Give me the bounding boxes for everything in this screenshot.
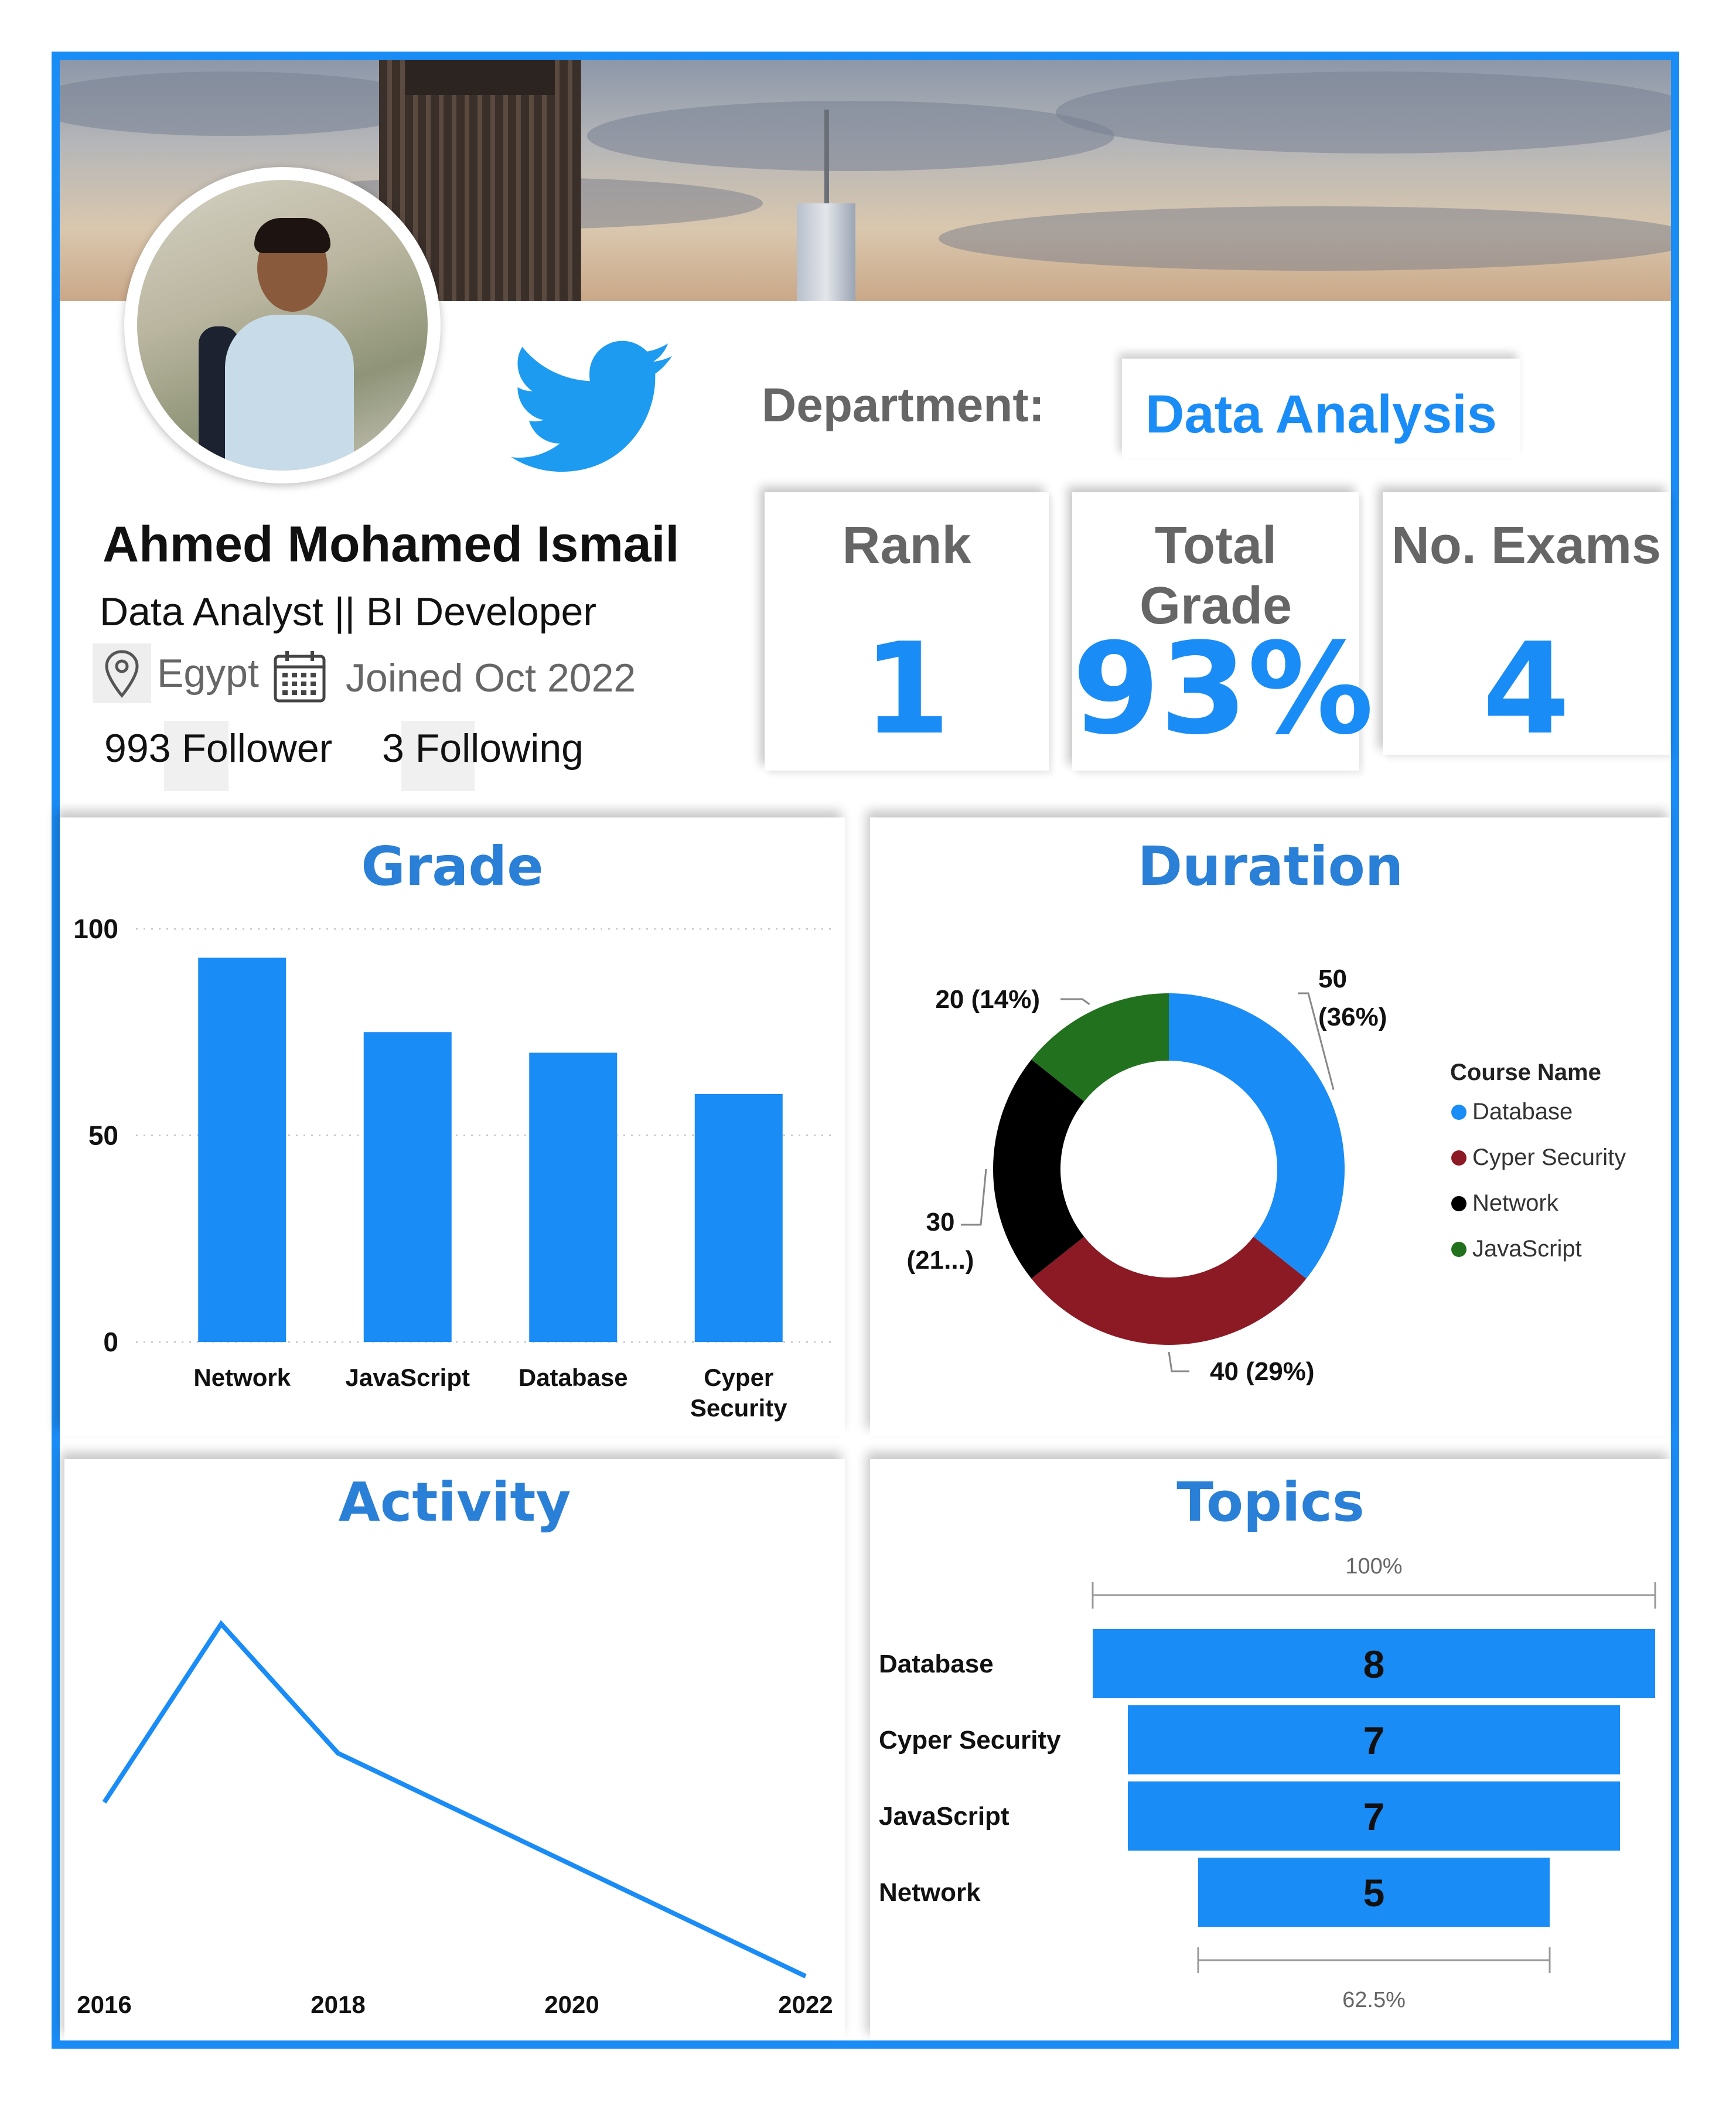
duration-legend-marker <box>1451 1150 1466 1166</box>
grade-ytick-label: 100 <box>73 914 118 944</box>
grade-bar <box>694 1094 783 1342</box>
kpi-card-rank: Rank 1 <box>765 492 1049 771</box>
duration-data-label: (36%) <box>1318 1003 1387 1031</box>
kpi-card-no-exams: No. Exams 4 <box>1383 492 1670 762</box>
duration-legend-marker <box>1451 1242 1466 1257</box>
duration-leader-line <box>961 1168 987 1226</box>
topics-category-label: Database <box>879 1650 994 1678</box>
duration-data-label: 40 (29%) <box>1210 1357 1315 1386</box>
duration-legend-label: JavaScript <box>1472 1236 1582 1262</box>
profile-avatar[interactable] <box>124 167 441 483</box>
topics-value-label: 8 <box>1363 1643 1385 1686</box>
profile-location: Egypt <box>157 651 259 696</box>
calendar-icon <box>272 649 328 703</box>
topics-top-percent-label: 100% <box>1345 1554 1402 1579</box>
kpi-rank-value: 1 <box>862 615 951 762</box>
duration-data-label: 20 (14%) <box>935 985 1040 1014</box>
grade-bar <box>198 958 287 1342</box>
profile-joined: Joined Oct 2022 <box>346 656 636 700</box>
following-count[interactable]: 3 Following <box>382 725 584 771</box>
grade-category-label: Network <box>193 1364 291 1391</box>
kpi-total-grade-value: 93% <box>1072 615 1374 762</box>
grade-category-label: JavaScript <box>346 1364 470 1391</box>
duration-legend-label: Network <box>1472 1190 1559 1216</box>
kpi-no-exams-label: No. Exams <box>1391 516 1662 575</box>
grade-ytick-label: 0 <box>103 1327 118 1357</box>
activity-line <box>102 1620 807 1978</box>
activity-line-chart: 2016 2018 2020 2022 <box>77 1620 833 2018</box>
duration-donut-chart: 50 (36%) 40 (29%) 30 (21...) 20 (14%) Course N… <box>907 965 1626 1386</box>
topics-category-label: Network <box>879 1878 981 1907</box>
duration-panel: Duration 50 (36%) 40 (29%) 30 (21...) 20 (14%… <box>870 817 1671 1436</box>
duration-data-label: 30 <box>926 1208 955 1236</box>
topics-value-label: 7 <box>1363 1795 1385 1838</box>
duration-data-label: (21...) <box>907 1246 974 1275</box>
topics-funnel-chart: 100% 8 Database 7 Cyper Security 7 JavaScript 5… <box>879 1554 1656 2012</box>
topics-category-label: Cyper Security <box>879 1726 1061 1754</box>
grade-bar <box>363 1032 452 1342</box>
topics-panel: Topics 100% 8 Database 7 Cyper Security 7 Java… <box>870 1459 1671 2040</box>
profile-role: Data Analyst || BI Developer <box>100 590 596 634</box>
kpi-rank-label: Rank <box>842 516 971 575</box>
duration-legend-label: Database <box>1472 1099 1573 1125</box>
activity-xtick-label: 2016 <box>77 1991 131 2018</box>
profile-name: Ahmed Mohamed Ismail <box>103 516 680 573</box>
followers-count[interactable]: 993 Follower <box>104 725 332 771</box>
department-value: Data Analysis <box>1145 384 1497 444</box>
grade-category-label: Security <box>690 1394 787 1422</box>
grade-ytick-label: 50 <box>88 1120 118 1151</box>
duration-legend-label: Cyper Security <box>1472 1144 1626 1170</box>
grade-category-label: Cyper <box>704 1364 773 1391</box>
grade-bar <box>529 1052 618 1342</box>
duration-slice <box>1169 993 1345 1279</box>
topics-bottom-percent-label: 62.5% <box>1342 1988 1406 2012</box>
topics-value-label: 5 <box>1363 1871 1385 1914</box>
duration-leader-line <box>1168 1351 1189 1372</box>
kpi-no-exams-value: 4 <box>1482 615 1570 762</box>
department-label: Department: <box>762 379 1045 432</box>
kpi-card-total-grade: Total Grade 93% <box>1072 492 1374 771</box>
grade-bar-chart: 0 50 100 Network JavaScript Database Cyper Secu… <box>73 914 833 1422</box>
duration-legend-marker <box>1451 1105 1466 1120</box>
topics-value-label: 7 <box>1363 1719 1385 1762</box>
duration-slice <box>1031 1236 1307 1345</box>
location-pin-icon <box>93 643 151 703</box>
activity-xtick-label: 2022 <box>778 1991 833 2018</box>
duration-slice <box>993 1059 1084 1279</box>
grade-category-label: Database <box>519 1364 628 1391</box>
activity-xtick-label: 2018 <box>311 1991 365 2018</box>
topics-category-label: JavaScript <box>879 1802 1009 1831</box>
activity-xtick-label: 2020 <box>544 1991 599 2018</box>
duration-legend-marker <box>1451 1196 1466 1211</box>
activity-panel: Activity 2016 2018 2020 2022 <box>64 1459 845 2040</box>
duration-legend-title: Course Name <box>1450 1059 1601 1085</box>
twitter-bird-icon <box>511 340 672 472</box>
duration-data-label: 50 <box>1318 965 1347 993</box>
duration-leader-line <box>1060 998 1090 1006</box>
grade-panel: Grade 0 50 100 Network JavaScript Database Cyp… <box>60 817 845 1436</box>
